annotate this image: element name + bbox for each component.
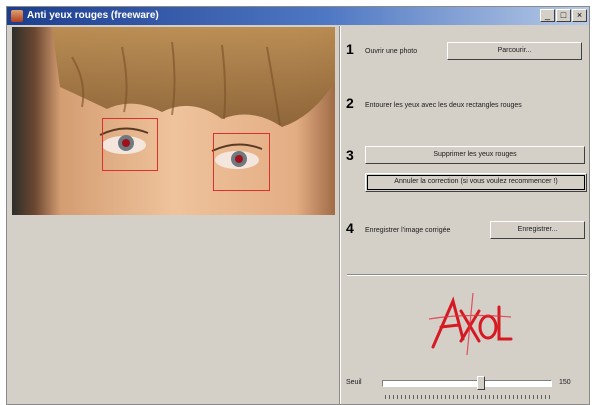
remove-red-eyes-button[interactable]: Supprimer les yeux rouges [365, 146, 585, 164]
left-eye-selection[interactable] [102, 118, 158, 171]
maximize-button[interactable]: □ [556, 9, 571, 22]
browse-button[interactable]: Parcourir... [447, 42, 582, 60]
window-controls: _ □ × [540, 9, 587, 22]
step-2-label: Entourer les yeux avec les deux rectangl… [365, 102, 522, 109]
horizontal-divider [347, 274, 587, 276]
threshold-ticks [385, 395, 550, 399]
close-button[interactable]: × [572, 9, 587, 22]
photo-preview[interactable] [12, 27, 335, 215]
app-icon [11, 10, 23, 22]
step-1-number: 1 [346, 41, 354, 57]
right-eye-selection[interactable] [213, 133, 270, 191]
photo-image [12, 27, 335, 215]
undo-correction-button[interactable]: Annuler la correction (si vous voulez re… [365, 173, 587, 192]
threshold-slider-track[interactable] [382, 376, 552, 390]
threshold-value: 150 [559, 379, 571, 386]
step-3-number: 3 [346, 147, 354, 163]
step-2-number: 2 [346, 95, 354, 111]
save-button[interactable]: Enregistrer... [490, 221, 585, 239]
minimize-button[interactable]: _ [540, 9, 555, 22]
panel-divider [339, 26, 341, 404]
threshold-label: Seuil [346, 379, 362, 386]
threshold-slider-thumb[interactable] [477, 376, 485, 390]
step-4-number: 4 [346, 220, 354, 236]
title-bar[interactable]: Anti yeux rouges (freeware) _ □ × [7, 7, 589, 25]
axol-logo [428, 292, 513, 356]
window-title: Anti yeux rouges (freeware) [27, 10, 159, 21]
app-window: Anti yeux rouges (freeware) _ □ × 1 Ouvr… [6, 6, 590, 405]
step-4-label: Enregistrer l'image corrigée [365, 227, 451, 234]
step-1-label: Ouvrir une photo [365, 48, 418, 55]
